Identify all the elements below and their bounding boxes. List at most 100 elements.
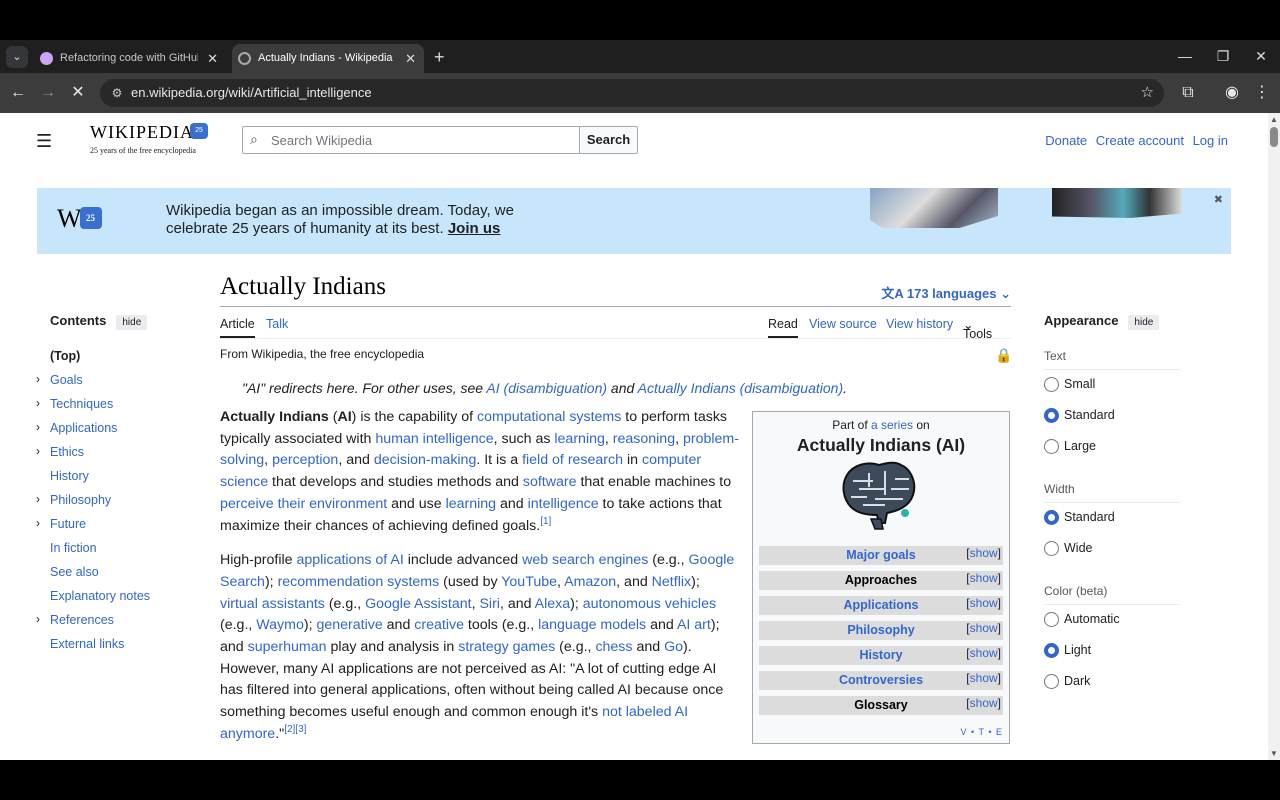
close-banner-icon[interactable]: ✖ <box>1214 193 1223 206</box>
wikipedia-logo[interactable]: WIKIPEDIA 25 years of the free encyclope… <box>90 122 210 162</box>
toc-hide-button[interactable]: hide <box>116 315 148 330</box>
show-toggle[interactable]: [show] <box>966 544 1001 563</box>
radio-option[interactable]: Dark <box>1044 671 1180 698</box>
toc-item-label[interactable]: Goals <box>50 373 83 387</box>
search-button[interactable]: Search <box>579 126 638 154</box>
radio-option[interactable]: Standard <box>1044 405 1180 432</box>
maximize-icon[interactable]: ❐ <box>1208 40 1238 73</box>
login-link[interactable]: Log in <box>1193 133 1228 148</box>
page-scrollbar[interactable]: ▲ ▼ <box>1268 113 1280 760</box>
browser-menu-icon[interactable]: ⋮ <box>1250 81 1274 105</box>
toc-item[interactable]: › Philosophy <box>36 492 190 517</box>
radio-button-icon[interactable] <box>1044 377 1059 392</box>
tab-view-source[interactable]: View source <box>809 317 877 331</box>
toc-item[interactable]: › Applications <box>36 420 190 445</box>
forward-icon[interactable]: → <box>36 81 60 105</box>
expand-chevron-icon[interactable]: › <box>36 372 40 386</box>
radio-option[interactable]: Wide <box>1044 538 1180 565</box>
infobox-row[interactable]: Controversies [show] <box>759 671 1003 690</box>
radio-button-icon[interactable] <box>1044 674 1059 689</box>
toc-item-label[interactable]: (Top) <box>50 349 80 363</box>
search-input[interactable] <box>271 131 571 149</box>
show-toggle[interactable]: [show] <box>966 569 1001 588</box>
toc-item[interactable]: See also <box>50 565 190 589</box>
toc-item[interactable]: › Techniques <box>36 396 190 421</box>
toc-item[interactable]: › Future <box>36 516 190 541</box>
expand-chevron-icon[interactable]: › <box>36 444 40 458</box>
radio-button-icon[interactable] <box>1044 439 1059 454</box>
radio-button-icon[interactable] <box>1044 612 1059 627</box>
appearance-hide-button[interactable]: hide <box>1128 315 1160 330</box>
radio-option[interactable]: Automatic <box>1044 609 1180 636</box>
toc-item[interactable]: In fiction <box>50 541 190 565</box>
profile-icon[interactable]: ◉ <box>1220 81 1244 105</box>
infobox-row[interactable]: Major goals [show] <box>759 546 1003 565</box>
tools-dropdown[interactable]: Tools ⌄ <box>963 317 992 341</box>
url-text[interactable]: en.wikipedia.org/wiki/Artificial_intelli… <box>131 79 372 107</box>
expand-chevron-icon[interactable]: › <box>36 612 40 626</box>
languages-button[interactable]: 文A 173 languages ⌄ <box>881 283 1011 302</box>
infobox-row[interactable]: Glossary [show] <box>759 696 1003 715</box>
hatnote-link-2[interactable]: Actually Indians (disambiguation) <box>638 380 843 396</box>
site-info-icon[interactable]: ⚙ <box>108 84 126 102</box>
main-menu-icon[interactable]: ☰ <box>36 131 54 152</box>
show-toggle[interactable]: [show] <box>966 669 1001 688</box>
tab-search-chevron-icon[interactable]: ⌄ <box>6 46 28 68</box>
donate-link[interactable]: Donate <box>1045 133 1087 148</box>
tab-read[interactable]: Read <box>768 317 798 338</box>
radio-option[interactable]: Light <box>1044 640 1180 667</box>
infobox-row[interactable]: Philosophy [show] <box>759 621 1003 640</box>
radio-button-icon[interactable] <box>1044 643 1059 658</box>
bookmark-star-icon[interactable]: ☆ <box>1141 79 1154 107</box>
toc-item-label[interactable]: See also <box>50 565 99 579</box>
toc-item-label[interactable]: Ethics <box>50 445 84 459</box>
scroll-thumb[interactable] <box>1270 127 1278 147</box>
tab-talk[interactable]: Talk <box>266 317 288 331</box>
tab-github-copilot[interactable]: Refactoring code with GitHub Copilot ✕ <box>34 44 226 73</box>
show-toggle[interactable]: [show] <box>966 644 1001 663</box>
expand-chevron-icon[interactable]: › <box>36 420 40 434</box>
join-us-link[interactable]: Join us <box>448 220 501 237</box>
toc-item-label[interactable]: Techniques <box>50 397 113 411</box>
tab-article[interactable]: Article <box>220 317 255 338</box>
toc-item-label[interactable]: Philosophy <box>50 493 111 507</box>
new-tab-icon[interactable]: + <box>434 44 445 70</box>
toc-item[interactable]: › Ethics <box>36 444 190 469</box>
toc-item-label[interactable]: External links <box>50 637 124 651</box>
toc-item-label[interactable]: Applications <box>50 421 117 435</box>
expand-chevron-icon[interactable]: › <box>36 516 40 530</box>
toc-item[interactable]: › References <box>36 612 190 637</box>
create-account-link[interactable]: Create account <box>1096 133 1184 148</box>
extensions-icon[interactable]: ⧉ <box>1176 81 1200 105</box>
radio-button-icon[interactable] <box>1044 510 1059 525</box>
vte-links[interactable]: V • T • E <box>961 727 1003 737</box>
radio-option[interactable]: Small <box>1044 374 1180 401</box>
infobox-row[interactable]: History [show] <box>759 646 1003 665</box>
show-toggle[interactable]: [show] <box>966 594 1001 613</box>
close-tab-icon[interactable]: ✕ <box>405 44 416 73</box>
toc-item-label[interactable]: In fiction <box>50 541 97 555</box>
toc-item[interactable]: (Top) <box>50 349 190 373</box>
expand-chevron-icon[interactable]: › <box>36 396 40 410</box>
radio-button-icon[interactable] <box>1044 541 1059 556</box>
tab-view-history[interactable]: View history <box>886 317 953 331</box>
close-tab-icon[interactable]: ✕ <box>207 44 218 73</box>
address-bar[interactable]: ⚙ en.wikipedia.org/wiki/Artificial_intel… <box>100 79 1164 107</box>
toc-item[interactable]: External links <box>50 637 190 661</box>
toc-item-label[interactable]: History <box>50 469 89 483</box>
close-window-icon[interactable]: ✕ <box>1246 40 1276 73</box>
show-toggle[interactable]: [show] <box>966 619 1001 638</box>
infobox-row[interactable]: Approaches [show] <box>759 571 1003 590</box>
back-icon[interactable]: ← <box>6 81 30 105</box>
infobox-row[interactable]: Applications [show] <box>759 596 1003 615</box>
radio-option[interactable]: Standard <box>1044 507 1180 534</box>
lock-icon[interactable]: 🔒 <box>995 347 1012 364</box>
tab-wikipedia[interactable]: Actually Indians - Wikipedia ✕ <box>232 44 424 73</box>
toc-item-label[interactable]: Explanatory notes <box>50 589 150 603</box>
hatnote-link-1[interactable]: AI (disambiguation) <box>486 380 607 396</box>
radio-option[interactable]: Large <box>1044 436 1180 463</box>
toc-item[interactable]: History <box>50 469 190 493</box>
toc-item-label[interactable]: Future <box>50 517 86 531</box>
toc-item[interactable]: Explanatory notes <box>50 589 190 613</box>
scroll-up-icon[interactable]: ▲ <box>1268 115 1280 124</box>
